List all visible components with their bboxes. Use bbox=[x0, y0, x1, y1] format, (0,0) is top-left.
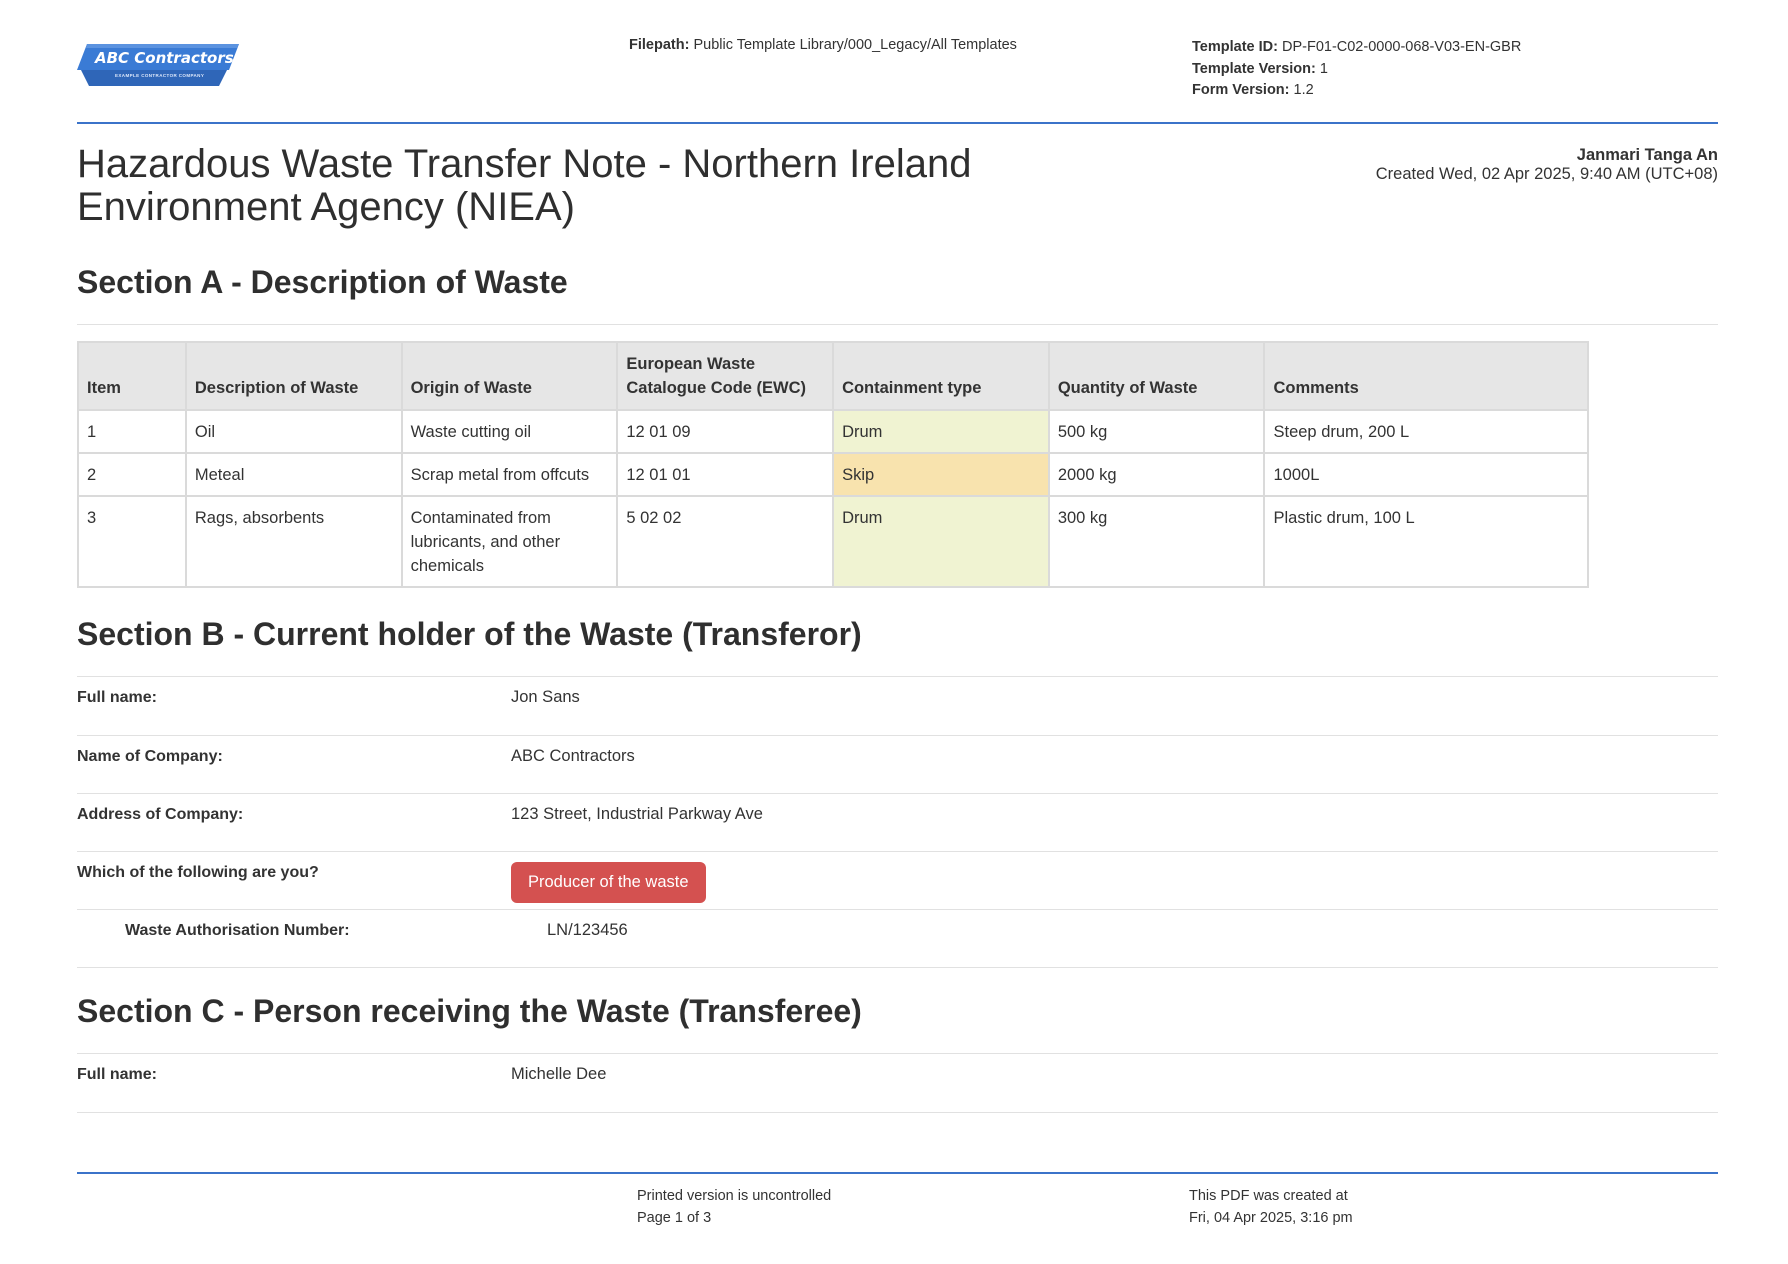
uncontrolled-notice: Printed version is uncontrolled bbox=[637, 1188, 832, 1204]
section-b-title: Section B - Current holder of the Waste … bbox=[77, 616, 862, 652]
pdf-created-value: Fri, 04 Apr 2025, 3:16 pm bbox=[1189, 1210, 1353, 1226]
ewc-cell: 5 02 02 bbox=[616, 495, 835, 588]
description-cell: Rags, absorbents bbox=[184, 495, 403, 588]
table-row: 3 Rags, absorbents Contaminated from lub… bbox=[77, 495, 1589, 588]
pdf-created-label: This PDF was created at bbox=[1189, 1188, 1348, 1204]
role-question-label: Which of the following are you? bbox=[77, 864, 319, 881]
table-header-row: Item Description of Waste Origin of Wast… bbox=[77, 341, 1589, 411]
containment-cell: Drum bbox=[832, 409, 1050, 454]
divider bbox=[77, 967, 1718, 968]
table-row: 1 Oil Waste cutting oil 12 01 09 Drum 50… bbox=[77, 409, 1589, 454]
full-name-value: Jon Sans bbox=[511, 688, 580, 706]
template-id: Template ID: DP-F01-C02-0000-068-V03-EN-… bbox=[1192, 37, 1521, 59]
divider bbox=[77, 676, 1718, 677]
author-name: Janmari Tanga An bbox=[1576, 146, 1718, 164]
page-header: ABC Contractors EXAMPLE CONTRACTOR COMPA… bbox=[77, 0, 1718, 124]
column-header: Origin of Waste bbox=[400, 341, 619, 411]
quantity-cell: 300 kg bbox=[1047, 495, 1266, 588]
footer-print-info: Printed version is uncontrolled Page 1 o… bbox=[637, 1185, 831, 1229]
company-name-label: Name of Company: bbox=[77, 748, 223, 765]
page-number: Page 1 of 3 bbox=[637, 1210, 712, 1226]
waste-table: Item Description of Waste Origin of Wast… bbox=[77, 341, 1589, 588]
divider bbox=[77, 793, 1718, 794]
title-line-1: Hazardous Waste Transfer Note - Northern… bbox=[77, 142, 972, 186]
divider bbox=[77, 1053, 1718, 1054]
comments-cell: Steep drum, 200 L bbox=[1263, 409, 1589, 454]
column-header: European Waste Catalogue Code (EWC) bbox=[616, 341, 835, 411]
item-cell: 1 bbox=[77, 409, 187, 454]
template-version-label: Template Version: bbox=[1192, 60, 1316, 77]
containment-cell: Drum bbox=[832, 495, 1050, 588]
transferee-full-name-label: Full name: bbox=[77, 1066, 158, 1083]
title-line-2: Environment Agency (NIEA) bbox=[77, 185, 575, 229]
divider bbox=[77, 1112, 1718, 1113]
footer-pdf-info: This PDF was created at Fri, 04 Apr 2025… bbox=[1189, 1185, 1353, 1229]
template-version: Template Version: 1 bbox=[1192, 59, 1521, 81]
company-logo: ABC Contractors EXAMPLE CONTRACTOR COMPA… bbox=[77, 42, 239, 90]
template-id-value: DP-F01-C02-0000-068-V03-EN-GBR bbox=[1281, 39, 1522, 55]
template-meta: Template ID: DP-F01-C02-0000-068-V03-EN-… bbox=[1192, 37, 1521, 102]
section-c-title: Section C - Person receiving the Waste (… bbox=[77, 993, 862, 1029]
form-version-label: Form Version: bbox=[1192, 82, 1290, 98]
page-title: Hazardous Waste Transfer Note - Northern… bbox=[77, 143, 977, 229]
section-a-title: Section A - Description of Waste bbox=[77, 264, 568, 300]
template-version-value: 1 bbox=[1319, 60, 1328, 77]
column-header: Description of Waste bbox=[184, 341, 403, 411]
quantity-cell: 500 kg bbox=[1047, 409, 1266, 454]
filepath-label: Filepath: bbox=[629, 37, 690, 53]
template-id-label: Template ID: bbox=[1192, 39, 1278, 55]
description-cell: Meteal bbox=[184, 452, 403, 497]
waste-authorisation-label: Waste Authorisation Number: bbox=[125, 922, 350, 939]
column-header: Item bbox=[77, 341, 187, 411]
author-block: Janmari Tanga An Created Wed, 02 Apr 202… bbox=[1376, 146, 1718, 184]
description-cell: Oil bbox=[184, 409, 403, 454]
origin-cell: Scrap metal from offcuts bbox=[400, 452, 619, 497]
divider bbox=[77, 735, 1718, 736]
origin-cell: Waste cutting oil bbox=[400, 409, 619, 454]
table-row: 2 Meteal Scrap metal from offcuts 12 01 … bbox=[77, 452, 1589, 497]
logo-tagline: EXAMPLE CONTRACTOR COMPANY bbox=[115, 73, 205, 78]
company-address-label: Address of Company: bbox=[77, 806, 244, 823]
footer-divider bbox=[77, 1172, 1718, 1174]
role-badge: Producer of the waste bbox=[511, 862, 706, 903]
document-page: ABC Contractors EXAMPLE CONTRACTOR COMPA… bbox=[77, 0, 1718, 1264]
divider bbox=[77, 851, 1718, 852]
transferee-full-name-value: Michelle Dee bbox=[511, 1065, 607, 1083]
item-cell: 2 bbox=[77, 452, 187, 497]
logo-name: ABC Contractors bbox=[95, 49, 234, 67]
column-header: Containment type bbox=[832, 341, 1050, 411]
containment-cell: Skip bbox=[832, 452, 1050, 497]
filepath: Filepath: Public Template Library/000_Le… bbox=[629, 37, 1017, 53]
filepath-value: Public Template Library/000_Legacy/All T… bbox=[693, 37, 1017, 53]
column-header: Comments bbox=[1263, 341, 1589, 411]
form-version-value: 1.2 bbox=[1293, 82, 1314, 98]
waste-authorisation-value: LN/123456 bbox=[547, 921, 628, 939]
quantity-cell: 2000 kg bbox=[1047, 452, 1266, 497]
full-name-label: Full name: bbox=[77, 689, 158, 706]
comments-cell: Plastic drum, 100 L bbox=[1263, 495, 1589, 588]
divider bbox=[77, 909, 1718, 910]
created-date: Created Wed, 02 Apr 2025, 9:40 AM (UTC+0… bbox=[1375, 165, 1718, 183]
company-address-value: 123 Street, Industrial Parkway Ave bbox=[511, 805, 763, 823]
comments-cell: 1000L bbox=[1263, 452, 1589, 497]
ewc-cell: 12 01 09 bbox=[616, 409, 835, 454]
divider bbox=[77, 324, 1718, 325]
ewc-cell: 12 01 01 bbox=[616, 452, 835, 497]
item-cell: 3 bbox=[77, 495, 187, 588]
column-header: Quantity of Waste bbox=[1047, 341, 1266, 411]
origin-cell: Contaminated from lubricants, and other … bbox=[400, 495, 619, 588]
form-version: Form Version: 1.2 bbox=[1192, 80, 1521, 102]
company-name-value: ABC Contractors bbox=[511, 747, 635, 765]
